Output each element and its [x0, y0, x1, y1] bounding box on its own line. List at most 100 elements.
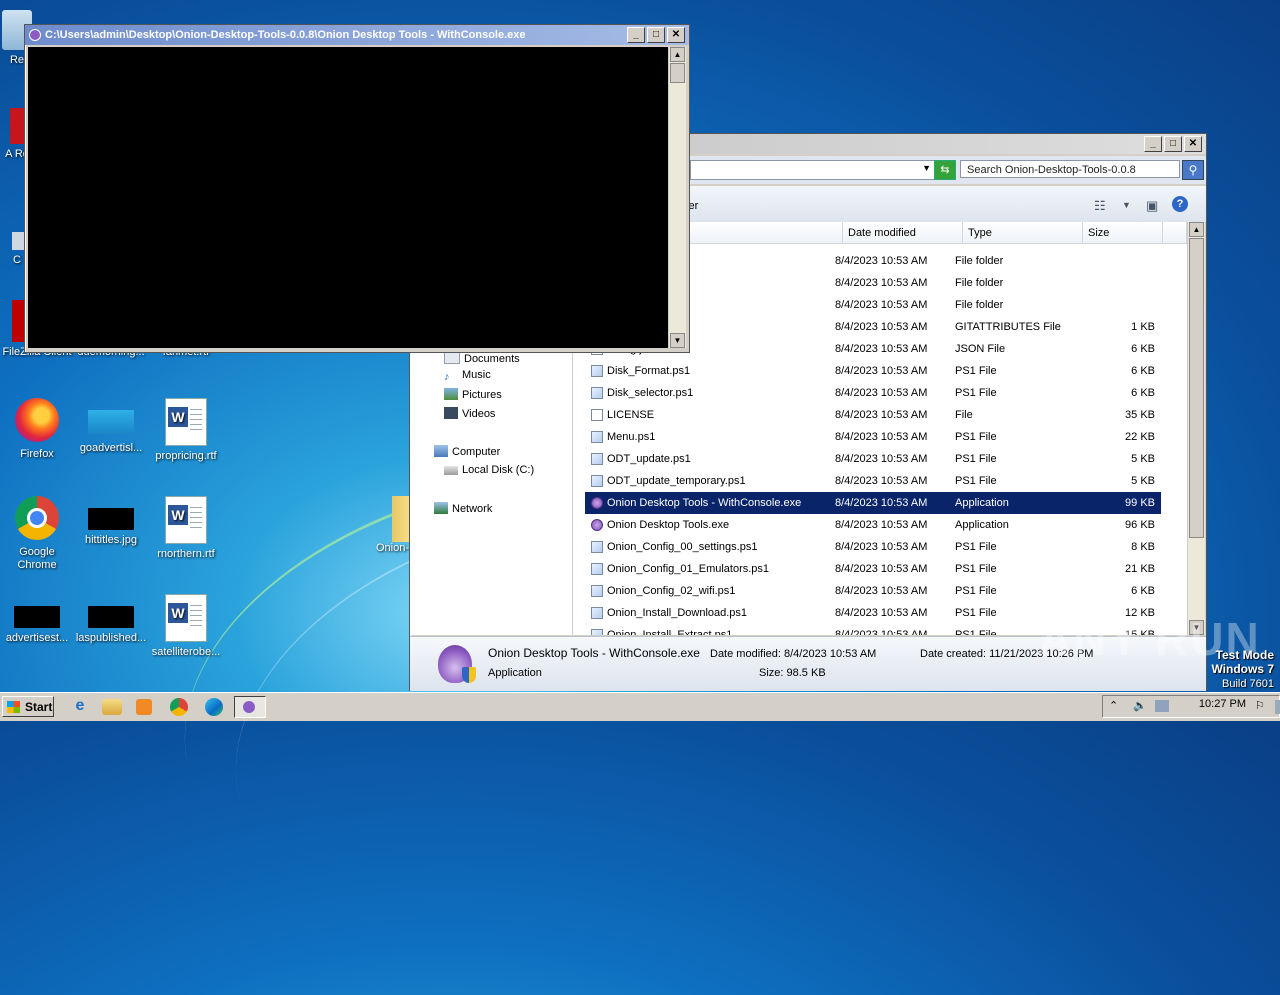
onion-app-icon: [29, 29, 41, 41]
close-button[interactable]: ✕: [667, 27, 685, 43]
chevron-down-icon[interactable]: ▼: [922, 163, 931, 173]
scrollbar-thumb[interactable]: [670, 63, 685, 83]
network-tray-icon[interactable]: [1155, 700, 1169, 712]
desktop-icon-label: Re: [9, 54, 25, 66]
type-cell: File folder: [955, 299, 1004, 311]
table-row[interactable]: Disk_Format.ps1 8/4/2023 10:53 AM PS1 File…: [585, 360, 1161, 382]
media-player-icon[interactable]: [136, 699, 152, 715]
scroll-up-arrow-icon[interactable]: ▲: [670, 47, 685, 62]
size-cell: 96 KB: [1125, 519, 1155, 531]
nav-item-music[interactable]: ♪ Music: [444, 369, 491, 383]
table-row[interactable]: Onion_Config_02_wifi.ps1 8/4/2023 10:53 A…: [585, 580, 1161, 602]
image-thumbnail-icon: [14, 606, 60, 628]
desktop-icon-laspublished[interactable]: laspublished...: [74, 594, 148, 645]
table-row[interactable]: Disk_selector.ps1 8/4/2023 10:53 AM PS1 Fi…: [585, 382, 1161, 404]
scroll-up-arrow-icon[interactable]: ▲: [1189, 222, 1204, 237]
edge-icon[interactable]: [205, 698, 223, 716]
size-cell: 6 KB: [1131, 343, 1155, 355]
column-header-size[interactable]: Size: [1083, 222, 1163, 244]
date-cell: 8/4/2023 10:53 AM: [835, 365, 928, 377]
console-output[interactable]: [28, 47, 668, 348]
nav-item-pictures[interactable]: Pictures: [444, 388, 502, 401]
type-cell: PS1 File: [955, 453, 997, 465]
desktop-icon-label: hittitles.jpg: [85, 534, 137, 546]
powershell-script-icon: [591, 607, 603, 619]
details-file-size: Size: 98.5 KB: [759, 667, 826, 679]
table-row[interactable]: Menu.ps1 8/4/2023 10:53 AM PS1 File 22 KB: [585, 426, 1161, 448]
table-row[interactable]: Onion Desktop Tools - WithConsole.exe 8/4…: [585, 492, 1161, 514]
videos-icon: [444, 407, 458, 419]
powershell-script-icon: [591, 585, 603, 597]
desktop-icon-propricing[interactable]: propricing.rtf: [149, 398, 223, 463]
desktop-icon-satelliterobe[interactable]: satelliterobe...: [149, 594, 223, 659]
build-label: Build 7601: [1222, 678, 1274, 690]
desktop-icon-advertisest[interactable]: advertisest...: [0, 594, 74, 645]
date-cell: 8/4/2023 10:53 AM: [835, 475, 928, 487]
desktop-icon-label: goadvertisl...: [79, 442, 143, 454]
nav-item-network[interactable]: Network: [434, 502, 492, 515]
help-icon[interactable]: ?: [1172, 196, 1188, 212]
internet-explorer-icon[interactable]: e: [68, 697, 92, 717]
image-file-icon: [88, 410, 134, 434]
desktop-icon-chrome[interactable]: Google Chrome: [0, 496, 74, 572]
nav-item-local-disk[interactable]: Local Disk (C:): [444, 464, 534, 476]
column-header-type[interactable]: Type: [963, 222, 1083, 244]
tray-expand-icon[interactable]: ⌃: [1109, 699, 1118, 712]
volume-icon[interactable]: 🔈: [1133, 699, 1147, 712]
search-input[interactable]: Search Onion-Desktop-Tools-0.0.8: [960, 160, 1180, 178]
file-explorer-icon[interactable]: [102, 699, 122, 715]
type-cell: PS1 File: [955, 607, 997, 619]
table-row[interactable]: Onion_Config_00_settings.ps1 8/4/2023 10:…: [585, 536, 1161, 558]
search-icon[interactable]: ⚲: [1182, 160, 1204, 180]
onion-taskbar-button[interactable]: [234, 696, 266, 718]
computer-icon: [434, 445, 448, 457]
address-bar[interactable]: ▼: [690, 160, 936, 180]
file-list-scrollbar[interactable]: ▲ ▼: [1187, 222, 1205, 635]
show-desktop-icon[interactable]: [1275, 700, 1280, 714]
column-header-date[interactable]: Date modified: [843, 222, 963, 244]
table-row[interactable]: ODT_update.ps1 8/4/2023 10:53 AM PS1 File 5…: [585, 448, 1161, 470]
chrome-taskbar-icon[interactable]: [170, 698, 188, 716]
minimize-button[interactable]: _: [1144, 136, 1162, 152]
console-window[interactable]: C:\Users\admin\Desktop\Onion-Desktop-Too…: [24, 24, 690, 353]
minimize-button[interactable]: _: [627, 27, 645, 43]
start-button[interactable]: Start: [2, 696, 54, 717]
refresh-button[interactable]: ⇆: [934, 160, 956, 180]
desktop-icon-firefox[interactable]: Firefox: [0, 398, 74, 461]
window-controls: _ □ ✕: [627, 27, 685, 43]
network-icon: [434, 502, 448, 514]
size-cell: 5 KB: [1131, 475, 1155, 487]
scrollbar-thumb[interactable]: [1189, 238, 1204, 538]
nav-item-computer[interactable]: Computer: [434, 445, 500, 458]
table-row[interactable]: LICENSE 8/4/2023 10:53 AM File 35 KB: [585, 404, 1161, 426]
preview-pane-icon[interactable]: ▣: [1146, 198, 1158, 214]
powershell-script-icon: [591, 563, 603, 575]
desktop-icon-rnorthern[interactable]: rnorthern.rtf: [149, 496, 223, 561]
type-cell: GITATTRIBUTES File: [955, 321, 1061, 333]
chevron-down-icon[interactable]: ▼: [1122, 200, 1131, 210]
desktop-icon-hittitles[interactable]: hittitles.jpg: [74, 496, 148, 547]
date-cell: 8/4/2023 10:53 AM: [835, 409, 928, 421]
flag-icon[interactable]: ⚐: [1255, 699, 1265, 712]
date-cell: 8/4/2023 10:53 AM: [835, 277, 928, 289]
table-row[interactable]: Onion_Config_01_Emulators.ps1 8/4/2023 10…: [585, 558, 1161, 580]
maximize-button[interactable]: □: [1164, 136, 1182, 152]
file-name-cell: ODT_update.ps1: [607, 453, 691, 465]
view-options-icon[interactable]: ☷: [1094, 198, 1106, 214]
console-titlebar[interactable]: C:\Users\admin\Desktop\Onion-Desktop-Too…: [25, 25, 689, 45]
file-name-cell: Onion_Config_01_Emulators.ps1: [607, 563, 770, 575]
table-row[interactable]: Onion Desktop Tools.exe 8/4/2023 10:53 AM…: [585, 514, 1161, 536]
taskbar-clock[interactable]: 10:27 PM: [1199, 698, 1246, 710]
maximize-button[interactable]: □: [647, 27, 665, 43]
onion-app-icon: [591, 519, 603, 531]
file-name-cell: Onion_Install_Download.ps1: [607, 607, 748, 619]
table-row[interactable]: ODT_update_temporary.ps1 8/4/2023 10:53 A…: [585, 470, 1161, 492]
desktop-icon-onion-folder[interactable]: Onion-: [368, 496, 412, 555]
close-button[interactable]: ✕: [1184, 136, 1202, 152]
nav-item-videos[interactable]: Videos: [444, 407, 495, 420]
file-name-cell: Onion Desktop Tools.exe: [607, 519, 730, 531]
date-cell: 8/4/2023 10:53 AM: [835, 299, 928, 311]
desktop-icon-goadvertisl[interactable]: goadvertisl...: [74, 398, 148, 455]
console-scrollbar[interactable]: ▲ ▼: [668, 47, 686, 348]
scroll-down-arrow-icon[interactable]: ▼: [670, 333, 685, 348]
